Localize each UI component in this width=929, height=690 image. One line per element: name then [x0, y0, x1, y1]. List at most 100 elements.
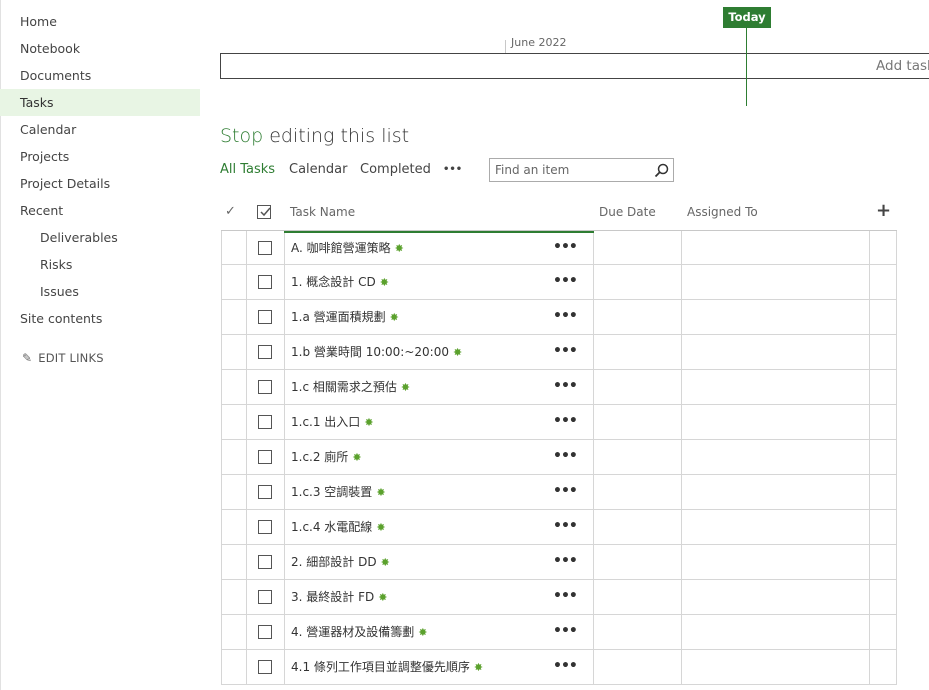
- row-checkbox[interactable]: [258, 555, 272, 569]
- grid-divider: [221, 300, 222, 335]
- task-name-cell[interactable]: 1.c.3 空調裝置 ✸: [291, 475, 386, 510]
- new-item-icon: ✸: [352, 451, 362, 464]
- grid-divider: [869, 475, 870, 510]
- timeline-bar[interactable]: [220, 53, 929, 79]
- grid-divider: [681, 510, 682, 545]
- task-name-cell[interactable]: 1. 概念設計 CD ✸: [291, 265, 389, 300]
- timeline-month-label: June 2022: [511, 36, 567, 49]
- grid-divider: [593, 615, 594, 650]
- sidebar-item-home[interactable]: Home: [0, 8, 200, 35]
- task-row[interactable]: 1.c.1 出入口 ✸ •••: [221, 405, 897, 440]
- column-header-due-date[interactable]: Due Date: [599, 205, 656, 219]
- grid-divider: [896, 475, 897, 510]
- task-name-cell[interactable]: 1.c 相關需求之預估 ✸: [291, 370, 410, 405]
- view-completed[interactable]: Completed: [360, 162, 431, 177]
- row-checkbox[interactable]: [258, 310, 272, 324]
- task-name-cell[interactable]: 3. 最終設計 FD ✸: [291, 580, 387, 615]
- task-row[interactable]: 1.c.2 廁所 ✸ •••: [221, 440, 897, 475]
- row-more-button[interactable]: •••: [553, 405, 578, 437]
- search-input[interactable]: [495, 160, 645, 180]
- sidebar-item-calendar[interactable]: Calendar: [0, 116, 200, 143]
- timeline-add-task[interactable]: Add task: [876, 58, 929, 74]
- row-checkbox[interactable]: [258, 450, 272, 464]
- task-row[interactable]: 1.c.3 空調裝置 ✸ •••: [221, 475, 897, 510]
- task-name-cell[interactable]: A. 咖啡館營運策略 ✸: [291, 231, 404, 266]
- task-name-cell[interactable]: 1.c.4 水電配線 ✸: [291, 510, 386, 545]
- task-row[interactable]: 4.1 條列工作項目並調整優先順序 ✸ •••: [221, 650, 897, 685]
- check-column-icon: ✓: [225, 204, 236, 219]
- row-checkbox[interactable]: [258, 380, 272, 394]
- row-more-button[interactable]: •••: [553, 300, 578, 332]
- row-checkbox[interactable]: [258, 275, 272, 289]
- row-checkbox[interactable]: [258, 590, 272, 604]
- row-checkbox[interactable]: [258, 625, 272, 639]
- column-header-assigned-to[interactable]: Assigned To: [687, 205, 758, 219]
- row-more-button[interactable]: •••: [553, 335, 578, 367]
- timeline-month-tick: [505, 40, 506, 53]
- row-more-button[interactable]: •••: [553, 475, 578, 507]
- row-more-button[interactable]: •••: [553, 615, 578, 647]
- sidebar-item-risks[interactable]: Risks: [0, 251, 200, 278]
- grid-divider: [246, 580, 247, 615]
- grid-divider: [593, 650, 594, 685]
- sidebar-item-issues[interactable]: Issues: [0, 278, 200, 305]
- sidebar-item-documents[interactable]: Documents: [0, 62, 200, 89]
- task-name: 3. 最終設計 FD: [291, 590, 375, 604]
- sidebar-item-projects[interactable]: Projects: [0, 143, 200, 170]
- sidebar-item-recent[interactable]: Recent: [0, 197, 200, 224]
- task-name-cell[interactable]: 1.a 營運面積規劃 ✸: [291, 300, 399, 335]
- grid-divider: [246, 370, 247, 405]
- row-more-button[interactable]: •••: [553, 231, 578, 263]
- grid-divider: [869, 300, 870, 335]
- row-checkbox[interactable]: [258, 241, 272, 255]
- task-row[interactable]: 4. 營運器材及設備籌劃 ✸ •••: [221, 615, 897, 650]
- select-all-checkbox[interactable]: [257, 205, 271, 219]
- today-marker: Today: [723, 7, 771, 28]
- row-more-button[interactable]: •••: [553, 580, 578, 612]
- task-name-cell[interactable]: 1.b 營業時間 10:00:~20:00 ✸: [291, 335, 462, 370]
- row-more-button[interactable]: •••: [553, 370, 578, 402]
- row-checkbox[interactable]: [258, 660, 272, 674]
- view-calendar[interactable]: Calendar: [289, 162, 347, 177]
- task-name-cell[interactable]: 4.1 條列工作項目並調整優先順序 ✸: [291, 650, 483, 685]
- row-checkbox[interactable]: [258, 345, 272, 359]
- sidebar-item-deliverables[interactable]: Deliverables: [0, 224, 200, 251]
- add-column-button[interactable]: +: [876, 200, 891, 221]
- task-row[interactable]: A. 咖啡館營運策略 ✸ •••: [221, 230, 897, 265]
- task-row[interactable]: 3. 最終設計 FD ✸ •••: [221, 580, 897, 615]
- sidebar-item-notebook[interactable]: Notebook: [0, 35, 200, 62]
- view-all-tasks[interactable]: All Tasks: [220, 162, 275, 177]
- search-icon[interactable]: [654, 163, 669, 178]
- sidebar-item-site-contents[interactable]: Site contents: [0, 305, 200, 332]
- task-row[interactable]: 1.c.4 水電配線 ✸ •••: [221, 510, 897, 545]
- grid-divider: [284, 231, 285, 265]
- row-checkbox[interactable]: [258, 415, 272, 429]
- row-more-button[interactable]: •••: [553, 545, 578, 577]
- task-name-cell[interactable]: 2. 細部設計 DD ✸: [291, 545, 390, 580]
- task-row[interactable]: 2. 細部設計 DD ✸ •••: [221, 545, 897, 580]
- row-more-button[interactable]: •••: [553, 265, 578, 297]
- edit-links-label: EDIT LINKS: [38, 351, 104, 365]
- grid-divider: [246, 405, 247, 440]
- task-row[interactable]: 1.b 營業時間 10:00:~20:00 ✸ •••: [221, 335, 897, 370]
- task-row[interactable]: 1.c 相關需求之預估 ✸ •••: [221, 370, 897, 405]
- task-row[interactable]: 1. 概念設計 CD ✸ •••: [221, 265, 897, 300]
- column-header-task-name[interactable]: Task Name: [290, 205, 355, 219]
- edit-links-button[interactable]: ✎ EDIT LINKS: [22, 351, 104, 365]
- stop-editing-link[interactable]: Stop: [220, 125, 263, 147]
- sidebar-item-project-details[interactable]: Project Details: [0, 170, 200, 197]
- task-name-cell[interactable]: 1.c.1 出入口 ✸: [291, 405, 374, 440]
- grid-divider: [221, 615, 222, 650]
- row-checkbox[interactable]: [258, 485, 272, 499]
- sidebar-item-tasks[interactable]: Tasks: [0, 89, 200, 116]
- more-views-button[interactable]: •••: [443, 164, 462, 175]
- task-row[interactable]: 1.a 營運面積規劃 ✸ •••: [221, 300, 897, 335]
- row-checkbox[interactable]: [258, 520, 272, 534]
- task-name-cell[interactable]: 4. 營運器材及設備籌劃 ✸: [291, 615, 427, 650]
- row-more-button[interactable]: •••: [553, 440, 578, 472]
- row-more-button[interactable]: •••: [553, 650, 578, 682]
- grid-divider: [246, 231, 247, 265]
- row-more-button[interactable]: •••: [553, 510, 578, 542]
- task-name-cell[interactable]: 1.c.2 廁所 ✸: [291, 440, 362, 475]
- grid-divider: [284, 545, 285, 580]
